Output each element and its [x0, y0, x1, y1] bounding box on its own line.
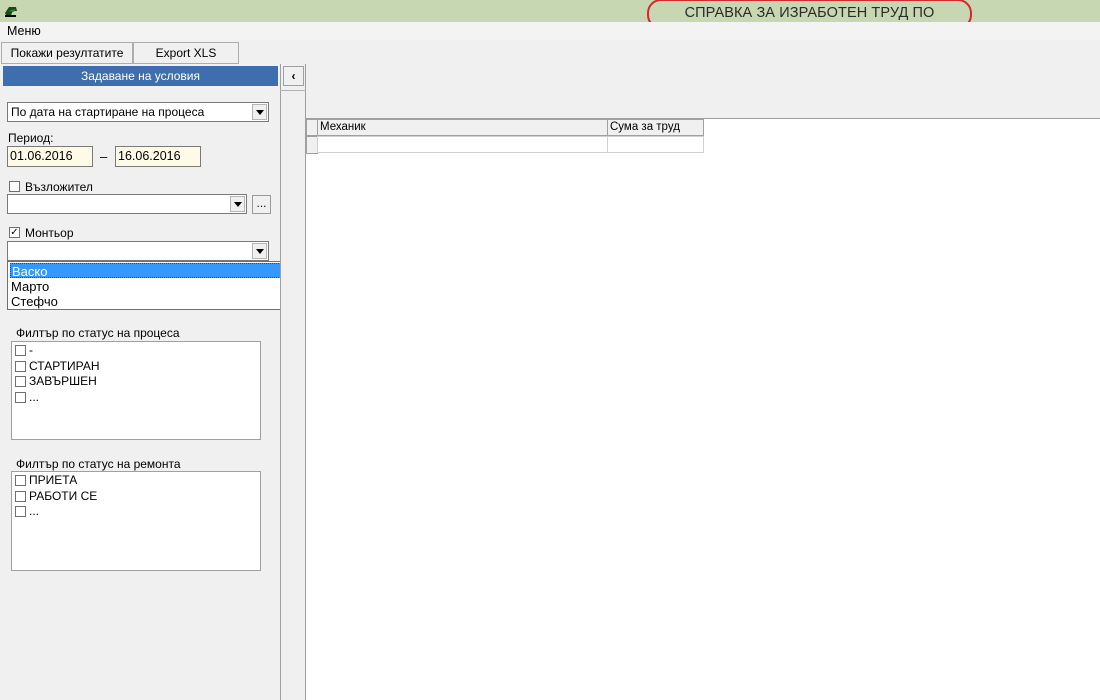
splitter-divider: [280, 90, 306, 91]
assigner-browse-button[interactable]: ...: [252, 195, 271, 214]
process-status-checkbox[interactable]: [15, 392, 26, 403]
show-results-button[interactable]: Покажи резултатите: [1, 42, 133, 64]
grid-cell[interactable]: [607, 136, 704, 153]
repair-status-checkbox[interactable]: [15, 491, 26, 502]
repair-filter-list[interactable]: ПРИЕТА РАБОТИ СЕ ...: [11, 471, 261, 571]
period-label: Период:: [8, 131, 54, 145]
date-from-input[interactable]: 01.06.2016: [7, 146, 93, 167]
repair-status-checkbox[interactable]: [15, 475, 26, 486]
date-to-input[interactable]: 16.06.2016: [115, 146, 201, 167]
process-status-label: ЗАВЪРШЕН: [29, 374, 97, 388]
process-status-label: -: [29, 343, 33, 357]
repair-status-label: ...: [29, 504, 40, 518]
grid-column-header[interactable]: Механик: [317, 119, 608, 136]
mechanic-label: Монтьор: [25, 226, 74, 240]
mechanic-select[interactable]: [7, 241, 269, 261]
chevron-down-icon[interactable]: [252, 104, 267, 120]
conditions-header: Задаване на условия: [3, 66, 278, 86]
results-grid[interactable]: [306, 119, 1100, 700]
date-separator: –: [100, 149, 108, 164]
date-mode-value: По дата на стартиране на процеса: [11, 105, 205, 119]
process-status-checkbox[interactable]: [15, 376, 26, 387]
menu-bar: [0, 22, 1100, 40]
process-filter-label: Филтър по статус на процеса: [16, 326, 180, 340]
repair-status-label: ПРИЕТА: [29, 473, 78, 487]
repair-status-checkbox[interactable]: [15, 506, 26, 517]
panel-splitter[interactable]: [280, 64, 306, 700]
repair-status-label: РАБОТИ СЕ: [29, 489, 98, 503]
assigner-select[interactable]: [7, 194, 247, 214]
assigner-checkbox[interactable]: [9, 181, 20, 192]
grid-column-header[interactable]: Сума за труд: [607, 119, 704, 136]
results-toolbar-area: [306, 64, 1100, 119]
process-status-checkbox[interactable]: [15, 345, 26, 356]
process-status-checkbox[interactable]: [15, 361, 26, 372]
menu-item[interactable]: Меню: [7, 24, 41, 38]
date-mode-select[interactable]: По дата на стартиране на процеса: [7, 102, 269, 122]
collapse-panel-button[interactable]: ‹: [283, 66, 304, 86]
mechanic-checkbox[interactable]: ✓: [9, 227, 20, 238]
chevron-left-icon: ‹: [291, 69, 296, 83]
process-filter-list[interactable]: - СТАРТИРАН ЗАВЪРШЕН ...: [11, 341, 261, 440]
process-status-label: СТАРТИРАН: [29, 359, 100, 373]
process-status-label: ...: [29, 390, 40, 404]
checkmark-icon: ✓: [10, 227, 19, 238]
repair-filter-label: Филтър по статус на ремонта: [16, 457, 181, 471]
app-logo-icon: [3, 3, 19, 19]
chevron-down-icon[interactable]: [252, 243, 267, 259]
grid-cell[interactable]: [317, 136, 608, 153]
export-xls-button[interactable]: Export XLS: [133, 42, 239, 64]
chevron-down-icon[interactable]: [230, 196, 245, 212]
assigner-label: Възложител: [25, 180, 93, 194]
